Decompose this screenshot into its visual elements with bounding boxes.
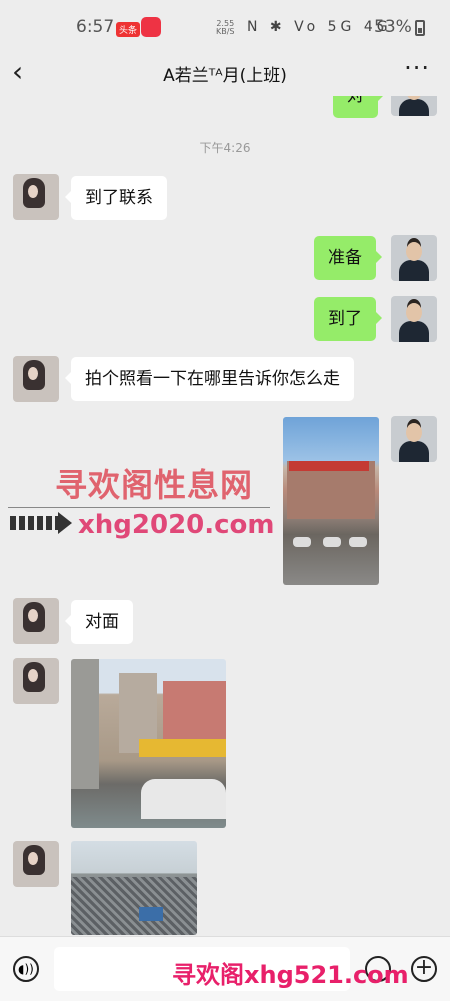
photo-car — [323, 537, 341, 547]
image-message[interactable] — [71, 841, 197, 935]
net-speed: 2.55 KB/S — [216, 19, 235, 36]
toutiao-badge: 头条 — [116, 22, 141, 37]
photo-building — [71, 659, 99, 789]
contact-avatar[interactable] — [13, 841, 59, 887]
message-timestamp: 下午4:26 — [199, 141, 251, 155]
more-icon[interactable]: ··· — [404, 54, 430, 82]
watermark-site-url: xhg2020.com — [78, 510, 275, 540]
my-avatar[interactable] — [391, 416, 437, 462]
my-avatar[interactable] — [391, 296, 437, 342]
contact-avatar[interactable] — [13, 356, 59, 402]
photo-building — [163, 681, 226, 743]
battery-icon — [415, 20, 425, 36]
contact-avatar[interactable] — [13, 598, 59, 644]
watermark-bottom: 寻欢阁xhg521.com — [172, 961, 409, 989]
status-bar: 6:57 头条 2.55 KB/S N ✱ Vo 5G 4G 53% — [0, 0, 450, 52]
message-bubble[interactable]: 准备 — [314, 236, 382, 280]
chat-header-overlay: ‹ A若兰ᵀᴬ月(上班) ··· — [0, 52, 450, 96]
status-time: 6:57 — [76, 17, 115, 37]
message-bubble[interactable]: 到了 — [314, 297, 382, 341]
watermark-arrow-icon — [10, 516, 60, 530]
photo-sign — [289, 461, 369, 471]
message-bubble[interactable]: 对面 — [65, 600, 133, 644]
chat-title: A若兰ᵀᴬ月(上班) — [163, 66, 287, 86]
image-message[interactable] — [283, 417, 379, 585]
app-notification-icon — [141, 17, 161, 37]
plus-icon[interactable]: + — [411, 956, 437, 982]
contact-avatar[interactable] — [13, 658, 59, 704]
my-avatar[interactable] — [391, 235, 437, 281]
photo-sign — [139, 907, 163, 921]
photo-car — [349, 537, 367, 547]
photo-car — [293, 537, 311, 547]
voice-icon[interactable]: ◖)) — [13, 956, 39, 982]
signal-icons: N ✱ Vo 5G 4G — [247, 19, 392, 35]
photo-car — [141, 779, 226, 819]
battery-percent: 53% — [374, 17, 412, 37]
watermark-site-name: 寻欢阁性息网 — [55, 466, 254, 504]
image-message[interactable] — [71, 659, 226, 828]
message-bubble[interactable]: 到了联系 — [65, 176, 167, 220]
photo-shop-sign — [139, 739, 226, 757]
watermark-arrowhead-icon — [58, 512, 72, 534]
contact-avatar[interactable] — [13, 174, 59, 220]
photo-grate — [71, 877, 197, 935]
message-bubble[interactable]: 拍个照看一下在哪里告诉你怎么走 — [65, 357, 354, 401]
watermark-divider — [8, 507, 270, 508]
